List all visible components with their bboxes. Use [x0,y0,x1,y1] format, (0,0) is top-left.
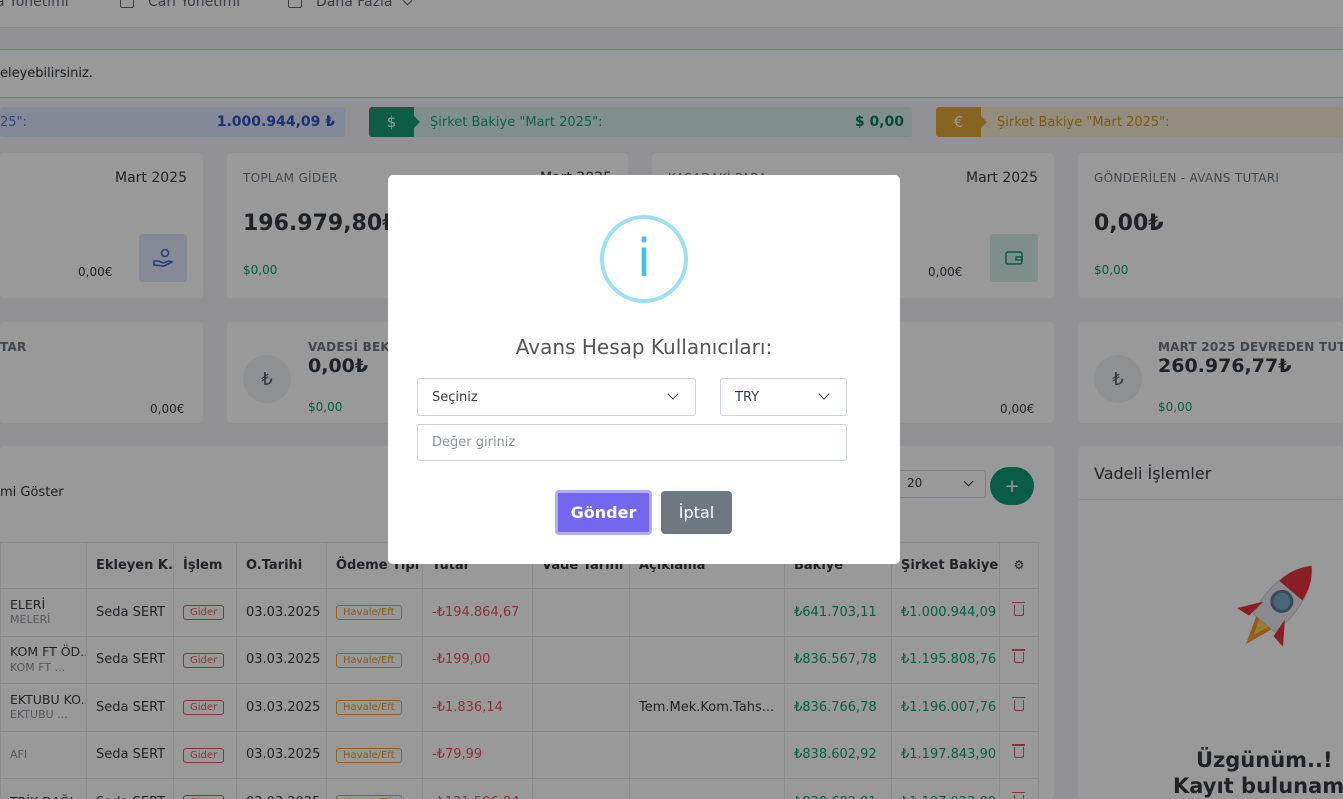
cancel-button[interactable]: İptal [661,491,732,534]
advance-account-modal: i Avans Hesap Kullanıcıları: Seçiniz TRY… [388,175,900,564]
user-select[interactable]: Seçiniz [417,378,696,416]
cancel-button-label: İptal [678,503,715,522]
modal-title: Avans Hesap Kullanıcıları: [515,335,773,359]
chevron-down-icon [818,388,830,400]
currency-select[interactable]: TRY [720,378,847,416]
info-icon: i [600,215,688,303]
send-button[interactable]: Gönder [555,490,652,535]
value-input[interactable] [417,424,847,461]
chevron-down-icon [667,388,679,400]
send-button-label: Gönder [570,503,637,522]
user-select-value: Seçiniz [432,390,478,405]
info-icon-glyph: i [636,229,652,289]
currency-select-value: TRY [735,390,760,405]
